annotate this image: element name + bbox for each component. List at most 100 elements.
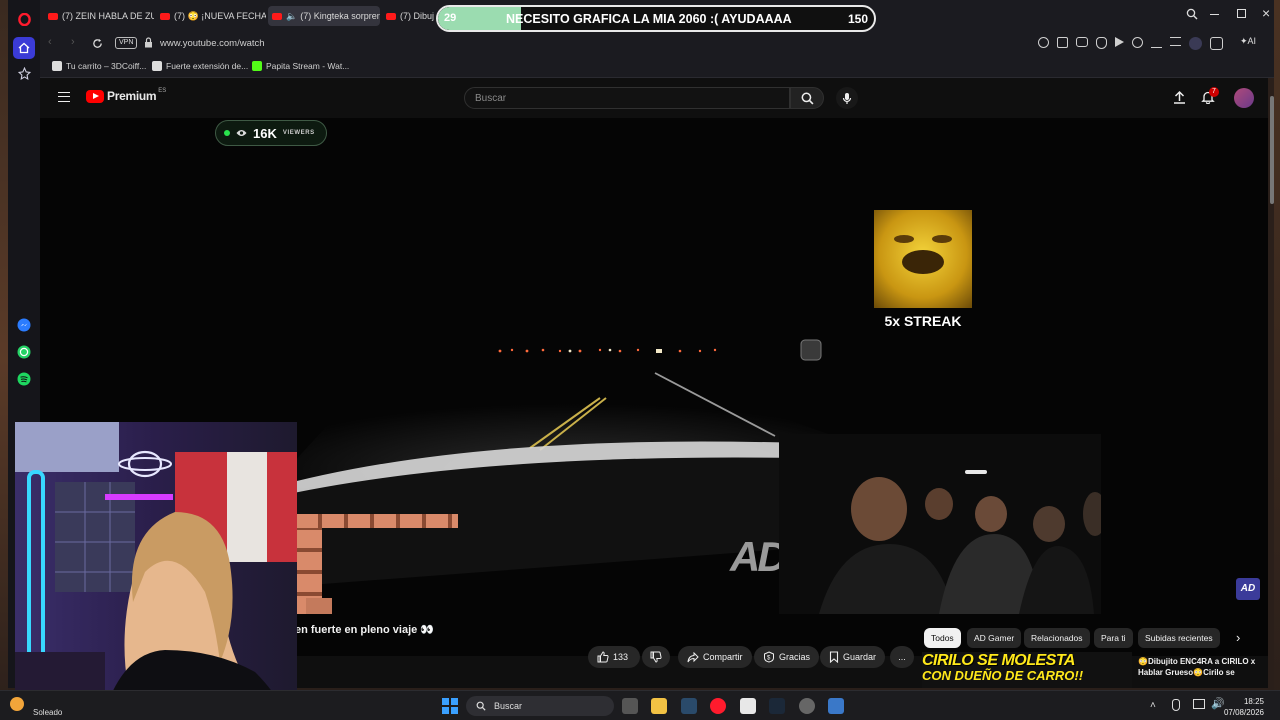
chevron-up-icon[interactable]: ˄ [1150,700,1156,711]
weather-icon[interactable] [10,697,24,711]
webcam-scene [15,422,297,710]
bookmark-item[interactable]: Tu carrito – 3DCoiff... [52,61,146,71]
clock-time: 18:25 [1243,697,1264,706]
settings-icon[interactable] [828,698,844,714]
passengers-scene [779,434,1101,614]
task-view-icon[interactable] [622,698,638,714]
bookmark-item[interactable]: Fuerte extensión de... [152,61,248,71]
chip-subidas-recientes[interactable]: Subidas recientes [1138,628,1220,648]
reload-icon[interactable] [92,36,103,54]
home-icon[interactable] [13,37,35,59]
back-button[interactable]: ‹ [48,36,52,48]
pinboard-icon[interactable] [16,65,32,81]
tab-2[interactable]: (7) 😳 ¡NUEVA FECHA para [156,6,266,26]
tab-3-active[interactable]: 🔈 (7) Kingteka sorprend [268,6,380,26]
extensions-icon[interactable] [1210,37,1223,50]
thanks-icon: $ [764,651,774,663]
save-button[interactable]: Guardar [820,646,886,668]
page-scrollbar-thumb[interactable] [1270,96,1274,204]
chip-ad-gamer[interactable]: AD Gamer [967,628,1022,648]
heart-icon[interactable] [1132,37,1143,48]
tab-label: (7) Kingteka sorprend [300,11,380,21]
microphone-icon [842,92,852,104]
share-button[interactable]: Compartir [678,646,752,668]
app-icon-2[interactable] [799,698,815,714]
search-page-icon[interactable] [1038,37,1049,48]
desktop-wallpaper-right [1274,0,1280,720]
upload-icon[interactable] [1173,90,1186,109]
app-icon[interactable] [681,698,697,714]
maximize-button[interactable] [1237,9,1246,18]
bookmark-item[interactable]: Papita Stream - Wat... [252,61,349,71]
voice-search-button[interactable] [836,87,858,109]
tab-4[interactable]: (7) Dibuj [382,6,442,26]
viewer-count: 16K [253,125,277,141]
share-icon [687,651,699,662]
chip-relacionados[interactable]: Relacionados [1024,628,1090,648]
notepad-icon[interactable] [740,698,756,714]
emote-eye-right [932,235,952,243]
tab-1[interactable]: (7) ZEIN HABLA DE ZULLY [44,6,154,26]
ai-icon: ✦ [1240,36,1248,46]
spotify-icon[interactable] [16,371,32,387]
hamburger-menu-icon[interactable] [58,92,70,102]
minimize-button[interactable] [1210,14,1219,15]
save-label: Guardar [843,652,877,662]
streak-label: 5x STREAK [884,313,962,329]
thanks-label: Gracias [779,652,811,662]
file-explorer-icon[interactable] [651,698,667,714]
ai-button[interactable]: ✦AI [1240,36,1256,47]
more-actions-button[interactable]: ... [890,646,914,668]
windows-start-icon[interactable] [442,698,458,714]
dislike-button[interactable] [642,646,670,668]
shield-icon[interactable] [1096,37,1107,49]
tab-label: (7) Dibuj [400,11,435,21]
kick-favicon-icon [252,61,262,71]
youtube-logo[interactable]: Premium ES [86,88,166,103]
play-icon[interactable] [1115,37,1124,47]
share-label: Compartir [703,652,743,662]
taskbar-search[interactable]: Buscar [466,696,614,716]
profile-icon[interactable] [1189,37,1202,50]
channel-watermark-badge[interactable]: AD [1236,578,1260,600]
weather-label[interactable]: Soleado [33,708,62,717]
whatsapp-icon[interactable] [16,344,32,360]
chip-para-ti[interactable]: Para ti [1094,628,1133,648]
search-input[interactable]: Buscar [464,87,790,109]
search-tabs-icon[interactable] [1186,7,1200,21]
chevron-right-icon[interactable]: › [1236,630,1240,645]
messenger-icon[interactable] [16,317,32,333]
chip-todos[interactable]: Todos [924,628,961,648]
taskbar-search-placeholder: Buscar [494,701,523,711]
download-icon[interactable] [1151,37,1162,48]
logo-text: Premium [107,89,157,103]
microphone-icon[interactable] [1172,699,1180,711]
camera-icon[interactable] [1076,37,1088,47]
emote-tile [306,598,332,614]
account-avatar[interactable] [1234,88,1254,108]
address-bar[interactable]: www.youtube.com/watch [144,33,1024,53]
forward-button[interactable]: › [71,36,75,48]
thumbnail-text-2: CON DUEÑO DE CARRO!! [922,668,1084,683]
search-button[interactable] [790,87,824,109]
system-clock[interactable]: 18:25 07/08/2026 [1220,696,1264,718]
network-icon[interactable] [1193,699,1205,709]
close-window-button[interactable]: × [1262,6,1270,20]
steam-icon[interactable] [769,698,785,714]
like-button[interactable]: 133 [588,646,640,668]
thanks-button[interactable]: $ Gracias [754,646,820,668]
recommended-thumbnail[interactable]: CIRILO SE MOLESTA CON DUEÑO DE CARRO!! [922,652,1132,688]
svg-text:$: $ [767,656,771,662]
emote-row [296,514,458,528]
bookmark-label: Tu carrito – 3DCoiff... [66,61,147,71]
menu-icon[interactable] [1170,37,1181,46]
bookmark-favicon-icon [52,61,62,71]
stream-goal-bar: 29 NECESITO GRAFICA LA MIA 2060 :( AYUDA… [436,5,876,32]
opera-logo-icon[interactable] [16,11,32,27]
vpn-badge[interactable]: VPN [115,37,138,49]
tab-label: (7) ZEIN HABLA DE ZULLY [62,11,154,21]
edit-icon[interactable] [1057,37,1068,48]
opera-taskbar-icon[interactable] [710,698,726,714]
recommended-title[interactable]: 😳Dibujito ENC4RA a CIRILO x Hablar Grues… [1138,656,1258,678]
windows-taskbar: Soleado Buscar ˄ 🔊 18:25 07/08/2026 [0,690,1280,720]
